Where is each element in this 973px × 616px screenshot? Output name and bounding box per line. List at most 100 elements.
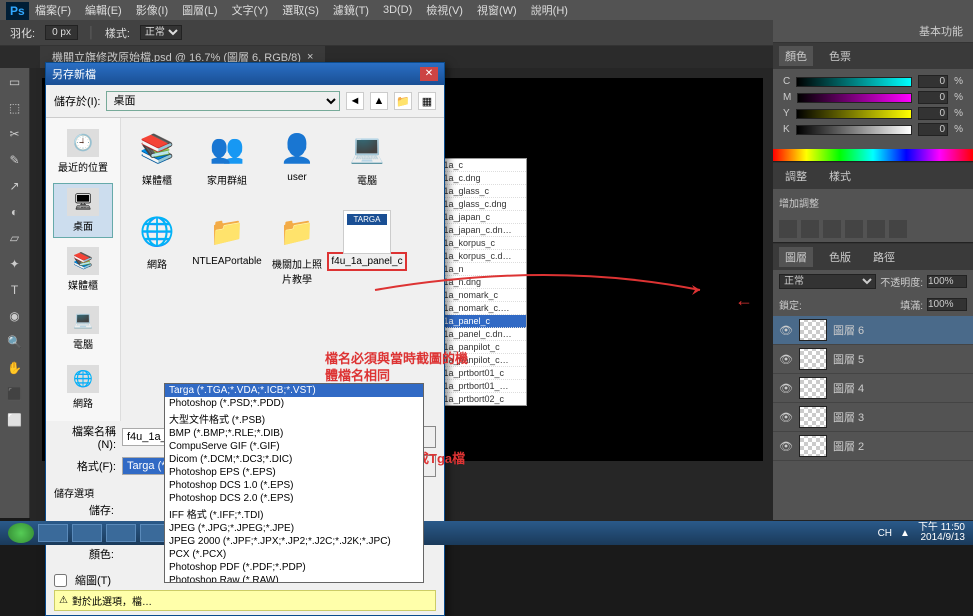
format-option[interactable]: Targa (*.TGA;*.VDA;*.ICB;*.VST) [165, 384, 423, 397]
menu-item[interactable]: 檢視(V) [426, 2, 463, 18]
format-option[interactable]: IFF 格式 (*.IFF;*.TDI) [165, 505, 423, 522]
places-item[interactable]: 📚媒體櫃 [53, 242, 113, 297]
layer-row[interactable]: 👁圖層 3 [773, 403, 973, 432]
task-item[interactable] [38, 524, 68, 542]
format-dropdown-list[interactable]: Targa (*.TGA;*.VDA;*.ICB;*.VST)Photoshop… [164, 383, 424, 583]
taskbar[interactable]: CH ▲ 下午 11:50 2014/9/13 [0, 521, 973, 545]
adjust-icon[interactable] [889, 220, 907, 238]
back-icon[interactable]: ◄ [346, 92, 364, 110]
format-option[interactable]: BMP (*.BMP;*.RLE;*.DIB) [165, 427, 423, 440]
adjust-icon[interactable] [823, 220, 841, 238]
tool-button[interactable]: ✋ [5, 358, 25, 378]
tool-button[interactable]: ✦ [5, 254, 25, 274]
places-item[interactable]: 💻電腦 [53, 301, 113, 356]
tool-button[interactable]: ✂ [5, 124, 25, 144]
tool-button[interactable]: ◉ [5, 306, 25, 326]
format-option[interactable]: Photoshop EPS (*.EPS) [165, 466, 423, 479]
blend-mode-select[interactable]: 正常 [779, 274, 876, 289]
tool-button[interactable]: ⬛ [5, 384, 25, 404]
paths-tab[interactable]: 路徑 [867, 247, 901, 267]
file-item[interactable]: 👥家用群組 [199, 126, 255, 198]
visibility-icon[interactable]: 👁 [779, 324, 793, 337]
tool-button[interactable]: ⬚ [5, 98, 25, 118]
color-tab[interactable]: 顏色 [779, 46, 813, 66]
layer-row[interactable]: 👁圖層 5 [773, 345, 973, 374]
up-icon[interactable]: ▲ [370, 92, 388, 110]
task-item[interactable] [106, 524, 136, 542]
task-item[interactable] [72, 524, 102, 542]
file-item[interactable]: 📁機關加上照片教學 [269, 210, 325, 297]
opacity-input[interactable] [927, 275, 967, 288]
adjust-icon[interactable] [867, 220, 885, 238]
swatches-tab[interactable]: 色票 [823, 46, 857, 66]
menu-item[interactable]: 3D(D) [383, 4, 412, 16]
places-item[interactable]: 🌐網路 [53, 360, 113, 415]
tool-button[interactable]: T [5, 280, 25, 300]
styles-tab[interactable]: 樣式 [823, 166, 857, 186]
layer-row[interactable]: 👁圖層 6 [773, 316, 973, 345]
file-item[interactable]: 👤user [269, 126, 325, 198]
hue-strip[interactable] [773, 149, 973, 161]
format-option[interactable]: Photoshop Raw (*.RAW) [165, 574, 423, 583]
view-icon[interactable]: ▦ [418, 92, 436, 110]
menu-item[interactable]: 編輯(E) [85, 2, 122, 18]
tool-button[interactable]: ▱ [5, 228, 25, 248]
file-item[interactable]: 📚媒體櫃 [129, 126, 185, 198]
start-button[interactable] [8, 523, 34, 543]
new-folder-icon[interactable]: 📁 [394, 92, 412, 110]
color-value[interactable]: 0 [918, 123, 948, 136]
format-option[interactable]: 大型文件格式 (*.PSB) [165, 410, 423, 427]
menu-item[interactable]: 影像(I) [136, 2, 168, 18]
format-option[interactable]: CompuServe GIF (*.GIF) [165, 440, 423, 453]
channels-tab[interactable]: 色版 [823, 247, 857, 267]
adjust-icon[interactable] [779, 220, 797, 238]
color-value[interactable]: 0 [918, 107, 948, 120]
format-option[interactable]: Dicom (*.DCM;*.DC3;*.DIC) [165, 453, 423, 466]
adjust-tab[interactable]: 調整 [779, 166, 813, 186]
tool-button[interactable]: ▭ [5, 72, 25, 92]
menu-item[interactable]: 圖層(L) [182, 2, 217, 18]
feather-value[interactable]: 0 px [45, 25, 78, 40]
visibility-icon[interactable]: 👁 [779, 353, 793, 366]
lang-indicator[interactable]: CH [878, 528, 892, 539]
dialog-titlebar[interactable]: 另存新檔 ✕ [46, 63, 444, 85]
tool-button[interactable]: 🔍 [5, 332, 25, 352]
layer-row[interactable]: 👁圖層 4 [773, 374, 973, 403]
format-option[interactable]: JPEG 2000 (*.JPF;*.JPX;*.JP2;*.J2C;*.J2K… [165, 535, 423, 548]
color-value[interactable]: 0 [918, 91, 948, 104]
color-value[interactable]: 0 [918, 75, 948, 88]
adjust-icon[interactable] [845, 220, 863, 238]
adjust-icon[interactable] [801, 220, 819, 238]
file-item[interactable]: 🌐網路 [129, 210, 185, 297]
visibility-icon[interactable]: 👁 [779, 440, 793, 453]
format-option[interactable]: Photoshop DCS 2.0 (*.EPS) [165, 492, 423, 505]
layer-row[interactable]: 👁圖層 2 [773, 432, 973, 461]
thumbnail-checkbox[interactable] [54, 574, 67, 587]
system-tray[interactable]: CH ▲ 下午 11:50 2014/9/13 [878, 523, 973, 543]
menu-item[interactable]: 文字(Y) [232, 2, 269, 18]
format-option[interactable]: JPEG (*.JPG;*.JPEG;*.JPE) [165, 522, 423, 535]
format-option[interactable]: Photoshop DCS 1.0 (*.EPS) [165, 479, 423, 492]
places-item[interactable]: 🖥桌面 [53, 183, 113, 238]
menu-item[interactable]: 選取(S) [282, 2, 319, 18]
tool-button[interactable]: ✎ [5, 150, 25, 170]
visibility-icon[interactable]: 👁 [779, 382, 793, 395]
menu-item[interactable]: 濾鏡(T) [333, 2, 369, 18]
format-option[interactable]: Photoshop PDF (*.PDF;*.PDP) [165, 561, 423, 574]
color-slider[interactable] [796, 109, 912, 119]
color-slider[interactable] [796, 125, 912, 135]
save-in-select[interactable]: 桌面 [106, 91, 340, 111]
file-item[interactable]: 📁NTLEAPortable [199, 210, 255, 297]
file-item[interactable]: 💻電腦 [339, 126, 395, 198]
menu-item[interactable]: 說明(H) [531, 2, 568, 18]
visibility-icon[interactable]: 👁 [779, 411, 793, 424]
color-slider[interactable] [797, 93, 912, 103]
menu-item[interactable]: 檔案(F) [35, 2, 71, 18]
format-option[interactable]: Photoshop (*.PSD;*.PDD) [165, 397, 423, 410]
fill-input[interactable] [927, 298, 967, 311]
layers-tab[interactable]: 圖層 [779, 247, 813, 267]
style-select[interactable]: 正常 [140, 25, 182, 40]
file-item[interactable]: f4u_1a_panel_c [339, 210, 395, 297]
workspace-button[interactable]: 基本功能 [773, 20, 973, 42]
places-item[interactable]: 🕘最近的位置 [53, 124, 113, 179]
